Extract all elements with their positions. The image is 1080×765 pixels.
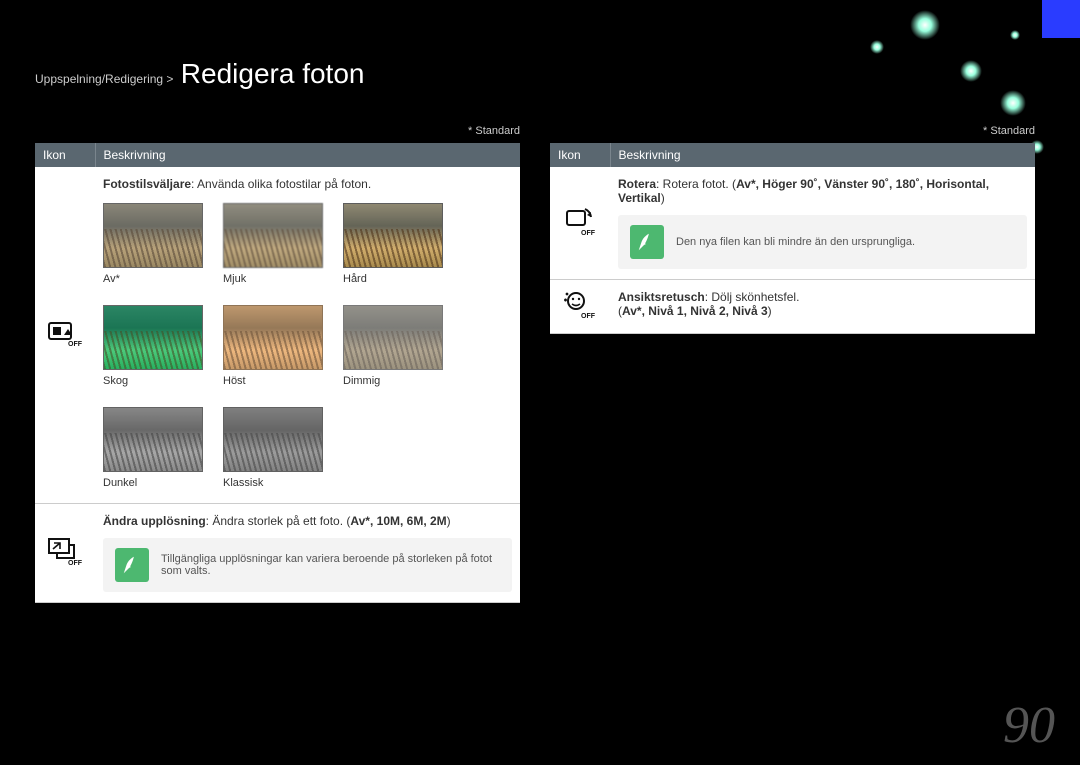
- faceretouch-off-icon: OFF: [562, 290, 598, 320]
- rotera-text: : Rotera fotot. (: [656, 177, 736, 191]
- photostyle-off-icon: OFF: [47, 319, 83, 349]
- row-fotostil: OFF Fotostilsväljare: Använda olika foto…: [35, 167, 520, 504]
- standard-marker-left: * Standard: [35, 125, 520, 137]
- thumb-av: Av*: [103, 203, 203, 285]
- content-columns: * Standard Ikon Beskrivning: [35, 125, 1035, 603]
- rotera-note-text: Den nya filen kan bli mindre än den ursp…: [676, 236, 915, 248]
- thumb-image: [343, 305, 443, 370]
- thumb-hard: Hård: [343, 203, 443, 285]
- resize-note-text: Tillgängliga upplösningar kan variera be…: [161, 553, 500, 577]
- ansikt-text: : Dölj skönhetsfel.: [705, 290, 800, 304]
- resize-label: Ändra upplösning: [103, 514, 206, 528]
- thumb-caption: Skog: [103, 375, 203, 387]
- fotostil-text: : Använda olika fotostilar på foton.: [191, 177, 371, 191]
- breadcrumb: Uppspelning/Redigering > Redigera foton: [35, 58, 364, 90]
- left-table: Ikon Beskrivning OFF: [35, 143, 520, 603]
- note-pen-icon: [115, 548, 149, 582]
- page-color-tab: [1042, 0, 1080, 38]
- fotostil-label: Fotostilsväljare: [103, 177, 191, 191]
- thumb-dimmig: Dimmig: [343, 305, 443, 387]
- thumb-image: [343, 203, 443, 268]
- thumb-klassisk: Klassisk: [223, 407, 323, 489]
- rotera-note-box: Den nya filen kan bli mindre än den ursp…: [618, 215, 1027, 269]
- ansikt-opts: Av*, Nivå 1, Nivå 2, Nivå 3: [622, 304, 768, 318]
- resize-off-icon: OFF: [47, 537, 83, 567]
- breadcrumb-path: Uppspelning/Redigering >: [35, 72, 173, 86]
- row-rotera: OFF Rotera: Rotera fotot. (Av*, Höger 90…: [550, 167, 1035, 280]
- resize-opts: Av*, 10M, 6M, 2M: [350, 514, 446, 528]
- th-ikon-r: Ikon: [550, 143, 610, 167]
- thumb-image: [103, 407, 203, 472]
- page-title: Redigera foton: [181, 58, 365, 89]
- right-column: * Standard Ikon Beskrivning: [550, 125, 1035, 603]
- ansikt-close: ): [768, 304, 772, 318]
- thumb-caption: Dunkel: [103, 477, 203, 489]
- thumb-image: [223, 407, 323, 472]
- photostyle-thumbnails: Av* Mjuk Hård Skog Höst Dimmig Dunkel Klassisk: [103, 203, 512, 489]
- standard-marker-right: * Standard: [550, 125, 1035, 137]
- thumb-image: [103, 305, 203, 370]
- th-besk: Beskrivning: [95, 143, 520, 167]
- note-pen-icon: [630, 225, 664, 259]
- thumb-image: [223, 203, 323, 268]
- right-table: Ikon Beskrivning OFF: [550, 143, 1035, 334]
- th-besk-r: Beskrivning: [610, 143, 1035, 167]
- th-ikon: Ikon: [35, 143, 95, 167]
- rotera-close: ): [661, 191, 665, 205]
- row-ansiktsretusch: OFF Ansiktsretusch: Dölj skönhetsfel. (A…: [550, 280, 1035, 334]
- thumb-caption: Klassisk: [223, 477, 323, 489]
- rotate-off-icon: OFF: [562, 207, 598, 237]
- row-andraupplosning: OFF Ändra upplösning: Ändra storlek på e…: [35, 504, 520, 603]
- svg-text:OFF: OFF: [581, 313, 596, 320]
- thumb-host: Höst: [223, 305, 323, 387]
- resize-text: : Ändra storlek på ett foto. (: [206, 514, 351, 528]
- thumb-image: [103, 203, 203, 268]
- page-number: 90: [1003, 696, 1055, 755]
- thumb-mjuk: Mjuk: [223, 203, 323, 285]
- thumb-caption: Mjuk: [223, 273, 323, 285]
- thumb-dunkel: Dunkel: [103, 407, 203, 489]
- thumb-caption: Höst: [223, 375, 323, 387]
- thumb-caption: Av*: [103, 273, 203, 285]
- svg-text:OFF: OFF: [68, 560, 82, 566]
- rotera-label: Rotera: [618, 177, 656, 191]
- svg-text:OFF: OFF: [68, 341, 82, 348]
- resize-close: ): [447, 514, 451, 528]
- thumb-skog: Skog: [103, 305, 203, 387]
- thumb-caption: Hård: [343, 273, 443, 285]
- thumb-image: [223, 305, 323, 370]
- left-column: * Standard Ikon Beskrivning: [35, 125, 520, 603]
- ansikt-label: Ansiktsretusch: [618, 290, 705, 304]
- svg-text:OFF: OFF: [581, 230, 596, 237]
- resize-note-box: Tillgängliga upplösningar kan variera be…: [103, 538, 512, 592]
- thumb-caption: Dimmig: [343, 375, 443, 387]
